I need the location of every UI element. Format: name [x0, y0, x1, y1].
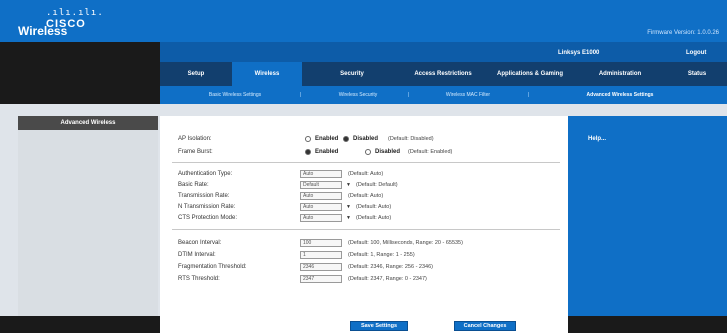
footer-right — [568, 316, 727, 333]
cts-mode-default-note: (Default: Auto) — [356, 215, 392, 221]
subtab-separator: | — [408, 92, 410, 98]
tx-rate-label: Transmission Rate: — [178, 193, 230, 199]
model-bar — [160, 42, 727, 62]
auth-type-label: Authentication Type: — [178, 171, 233, 177]
frame-burst-default-note: (Default: Enabled) — [408, 149, 453, 155]
ap-isolation-enabled-radio[interactable] — [305, 136, 311, 142]
left-panel-title: Advanced Wireless — [18, 116, 158, 130]
beacon-interval-input[interactable]: 100 — [300, 239, 342, 247]
router-model: Linksys E1000 — [558, 50, 600, 56]
fragmentation-threshold-input[interactable]: 2346 — [300, 263, 342, 271]
ap-isolation-default-note: (Default: Disabled) — [388, 136, 434, 142]
auth-type-select[interactable]: Auto — [300, 170, 342, 178]
section-divider — [172, 229, 560, 230]
fragmentation-threshold-label: Fragmentation Threshold: — [178, 264, 247, 270]
subtab-separator: | — [528, 92, 530, 98]
frame-burst-disabled-radio[interactable] — [365, 149, 371, 155]
dtim-interval-input[interactable]: 1 — [300, 251, 342, 259]
chevron-down-icon[interactable]: ▼ — [346, 215, 351, 221]
tab-status[interactable]: Status — [672, 62, 722, 86]
frame-burst-enabled-radio[interactable] — [305, 149, 311, 155]
tab-applications-gaming[interactable]: Applications & Gaming — [490, 62, 570, 86]
chevron-down-icon[interactable]: ▼ — [346, 204, 351, 210]
tx-rate-default-note: (Default: Auto) — [348, 193, 384, 199]
beacon-interval-label: Beacon Interval: — [178, 240, 222, 246]
frame-burst-enabled-label: Enabled — [315, 149, 339, 155]
subtab-wireless-mac-filter[interactable]: Wireless MAC Filter — [418, 86, 518, 104]
save-settings-button[interactable]: Save Settings — [350, 321, 408, 331]
basic-rate-label: Basic Rate: — [178, 182, 209, 188]
rts-threshold-label: RTS Threshold: — [178, 276, 220, 282]
tab-access-restrictions[interactable]: Access Restrictions — [398, 62, 488, 86]
basic-rate-select[interactable]: Default — [300, 181, 342, 189]
dtim-interval-default-note: (Default: 1, Range: 1 - 255) — [348, 252, 415, 258]
n-tx-rate-label: N Transmission Rate: — [178, 204, 236, 210]
rts-threshold-default-note: (Default: 2347, Range: 0 - 2347) — [348, 276, 427, 282]
frame-burst-disabled-label: Disabled — [375, 149, 401, 155]
subtab-basic-wireless[interactable]: Basic Wireless Settings — [180, 86, 290, 104]
n-tx-rate-select[interactable]: Auto — [300, 203, 342, 211]
tab-security[interactable]: Security — [312, 62, 392, 86]
subtab-advanced-wireless[interactable]: Advanced Wireless Settings — [570, 86, 670, 104]
frame-burst-label: Frame Burst: — [178, 149, 213, 155]
ap-isolation-label: AP Isolation: — [178, 136, 212, 142]
ap-isolation-disabled-label: Disabled — [353, 136, 379, 142]
cts-mode-label: CTS Protection Mode: — [178, 215, 238, 221]
logout-link[interactable]: Logout — [686, 50, 706, 56]
n-tx-rate-default-note: (Default: Auto) — [356, 204, 392, 210]
tab-administration[interactable]: Administration — [570, 62, 670, 86]
auth-type-default-note: (Default: Auto) — [348, 171, 384, 177]
cisco-logo-bars: .ılı.ılı. — [46, 8, 104, 18]
subtab-wireless-security[interactable]: Wireless Security — [318, 86, 398, 104]
cts-mode-select[interactable]: Auto — [300, 214, 342, 222]
rts-threshold-input[interactable]: 2347 — [300, 275, 342, 283]
help-link[interactable]: Help... — [588, 136, 606, 142]
dtim-interval-label: DTIM Interval: — [178, 252, 216, 258]
left-panel — [18, 116, 158, 316]
cancel-changes-button[interactable]: Cancel Changes — [454, 321, 516, 331]
section-divider — [172, 162, 560, 163]
help-panel — [568, 116, 727, 316]
page-title: Wireless — [18, 24, 68, 38]
ap-isolation-enabled-label: Enabled — [315, 136, 339, 142]
ap-isolation-disabled-radio[interactable] — [343, 136, 349, 142]
basic-rate-default-note: (Default: Default) — [356, 182, 398, 188]
beacon-interval-default-note: (Default: 100, Milliseconds, Range: 20 -… — [348, 240, 463, 246]
tx-rate-select[interactable]: Auto — [300, 192, 342, 200]
firmware-version: Firmware Version: 1.0.0.26 — [647, 30, 719, 36]
fragmentation-threshold-default-note: (Default: 2346, Range: 256 - 2346) — [348, 264, 434, 270]
chevron-down-icon[interactable]: ▼ — [346, 182, 351, 188]
tab-setup[interactable]: Setup — [166, 62, 226, 86]
footer-left — [0, 316, 160, 333]
subtab-separator: | — [300, 92, 302, 98]
tab-wireless[interactable]: Wireless — [232, 62, 302, 86]
